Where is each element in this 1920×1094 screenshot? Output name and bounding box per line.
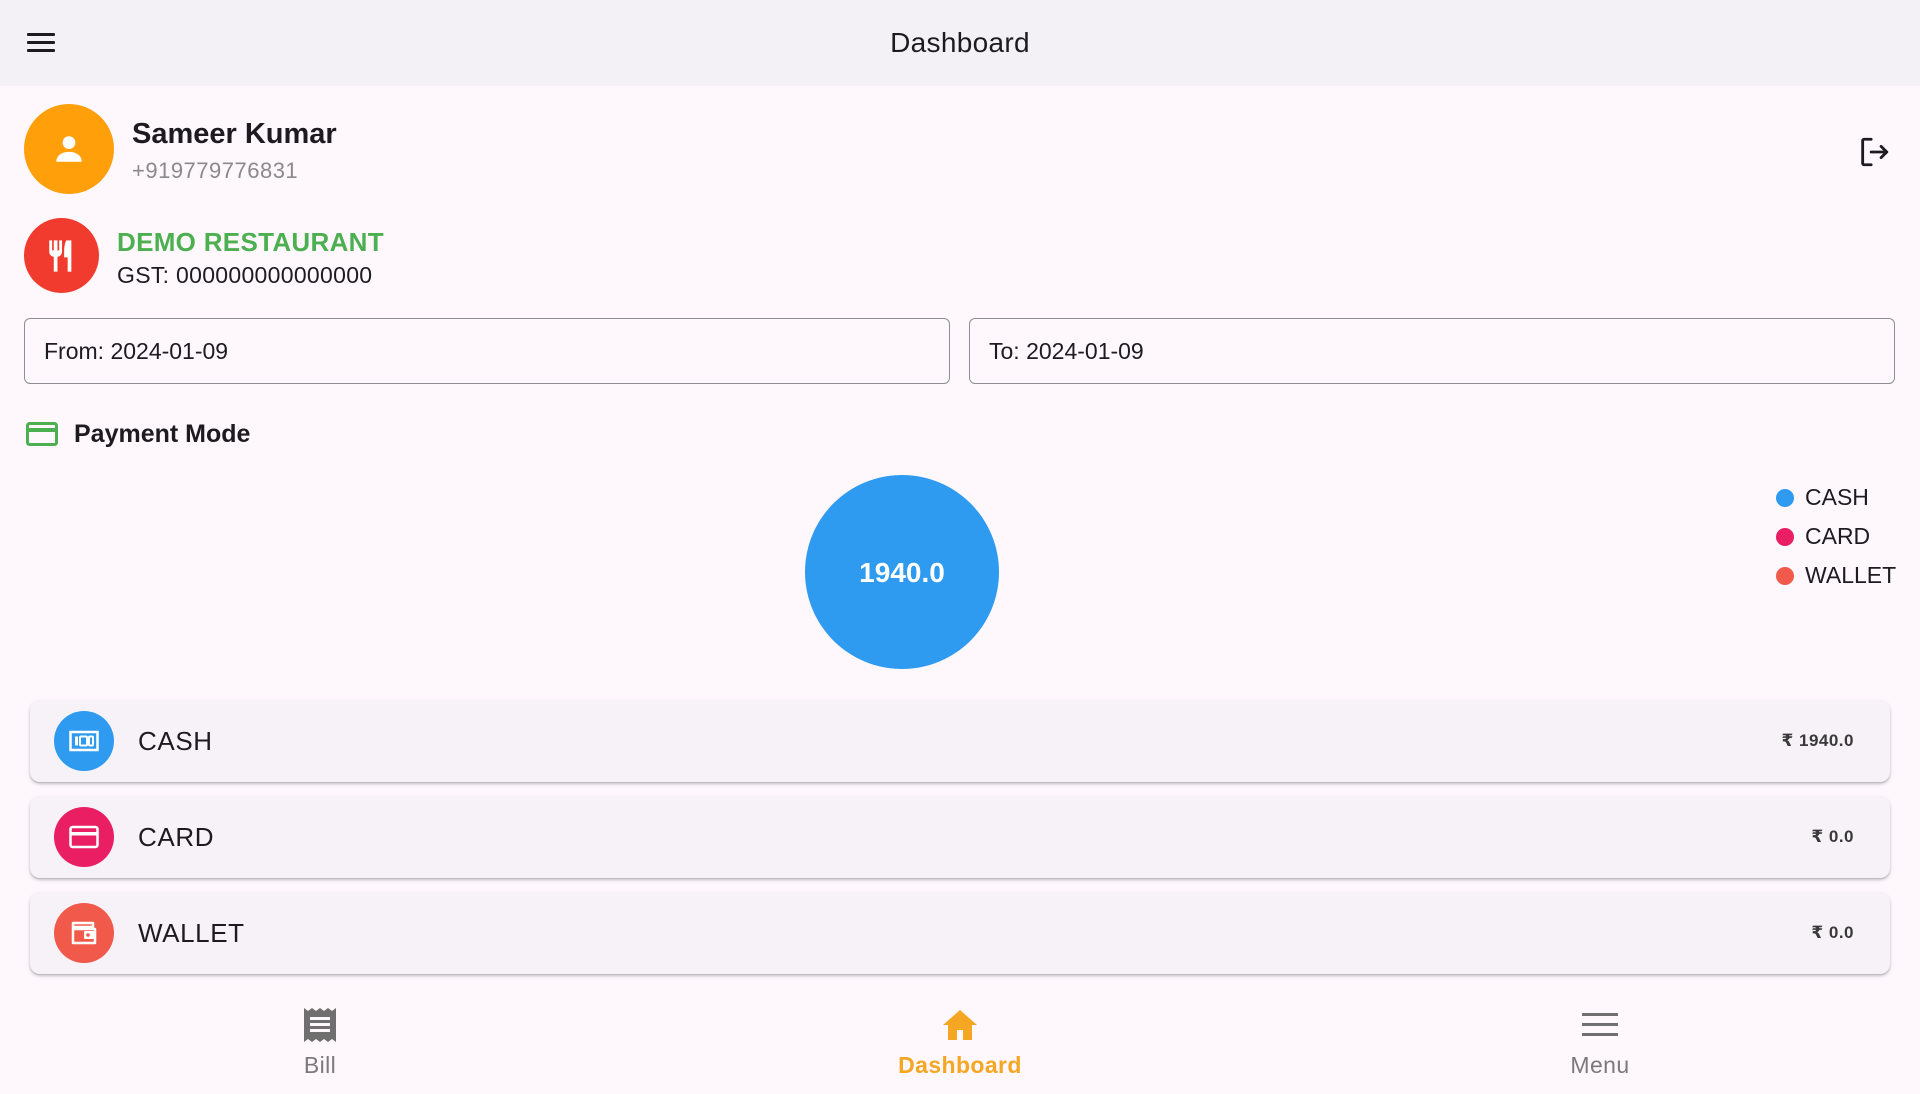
payment-amount: ₹ 1940.0 — [1781, 731, 1854, 750]
nav-item-menu[interactable]: Menu — [1500, 990, 1700, 1090]
legend-label-card: CARD — [1805, 523, 1871, 549]
page-title: Dashboard — [890, 27, 1030, 58]
menu-lines-icon — [1582, 1006, 1618, 1044]
cash-icon-badge — [54, 711, 114, 771]
from-date-field[interactable]: From: 2024-01-09 — [24, 318, 950, 384]
wallet-icon-badge — [54, 903, 114, 963]
avatar — [24, 104, 114, 194]
nav-item-dashboard[interactable]: Dashboard — [860, 990, 1060, 1090]
bottom-navigation: Bill Dashboard Menu — [0, 990, 1920, 1094]
nav-label-menu: Menu — [1570, 1052, 1630, 1078]
credit-card-icon — [26, 422, 58, 446]
legend-item-cash: CASH — [1776, 478, 1896, 517]
payment-card-card[interactable]: CARD ₹ 0.0 — [30, 796, 1890, 878]
legend-item-card: CARD — [1776, 517, 1896, 556]
legend-item-wallet: WALLET — [1776, 556, 1896, 595]
legend-dot-wallet — [1776, 566, 1794, 585]
legend-label-wallet: WALLET — [1805, 562, 1897, 588]
home-icon — [941, 1006, 979, 1044]
cash-icon — [69, 730, 99, 752]
hamburger-icon — [27, 33, 55, 52]
app-root: Dashboard Sameer Kumar +919779776831 DEM… — [0, 0, 1920, 1094]
person-icon — [56, 136, 82, 162]
payment-card-wallet[interactable]: WALLET ₹ 0.0 — [30, 892, 1890, 974]
hamburger-menu-button[interactable] — [22, 25, 62, 61]
payment-card-cash[interactable]: CASH ₹ 1940.0 — [30, 700, 1890, 782]
payment-mode-header: Payment Mode — [26, 418, 250, 450]
restaurant-avatar — [24, 218, 99, 293]
legend-dot-cash — [1776, 488, 1794, 507]
pie-data-label-cash: 1940.0 — [859, 557, 945, 588]
user-name: Sameer Kumar — [132, 118, 337, 150]
payment-label: CASH — [138, 726, 213, 756]
credit-card-icon — [69, 825, 99, 849]
nav-label-bill: Bill — [303, 1052, 337, 1078]
restaurant-info: DEMO RESTAURANT GST: 000000000000000 — [24, 218, 824, 294]
nav-item-bill[interactable]: Bill — [220, 990, 420, 1090]
payment-amount: ₹ 0.0 — [1811, 827, 1854, 846]
logout-icon — [1861, 137, 1889, 167]
payment-list: CASH ₹ 1940.0 CARD ₹ 0.0 WALLET ₹ 0.0 — [30, 700, 1890, 988]
payment-pie-chart: 1940.0 — [700, 462, 1104, 682]
restaurant-name: DEMO RESTAURANT — [117, 227, 384, 257]
legend-label-cash: CASH — [1805, 484, 1869, 510]
receipt-icon — [302, 1006, 338, 1044]
to-date-field[interactable]: To: 2024-01-09 — [969, 318, 1895, 384]
chart-legend: CASH CARD WALLET — [1776, 478, 1896, 595]
logout-button[interactable] — [1852, 130, 1896, 174]
pie-chart-svg: 1940.0 — [805, 475, 999, 669]
payment-amount: ₹ 0.0 — [1811, 923, 1854, 942]
legend-dot-card — [1776, 527, 1794, 546]
user-phone: +919779776831 — [132, 158, 299, 183]
app-bar: Dashboard — [0, 0, 1920, 86]
user-profile: Sameer Kumar +919779776831 — [24, 104, 1896, 196]
restaurant-icon — [48, 239, 71, 272]
restaurant-gst: GST: 000000000000000 — [117, 262, 373, 288]
section-title: Payment Mode — [74, 419, 251, 448]
nav-label-dashboard: Dashboard — [898, 1052, 1022, 1078]
wallet-icon — [71, 921, 97, 945]
payment-label: CARD — [138, 822, 215, 852]
payment-label: WALLET — [138, 918, 245, 948]
card-icon-badge — [54, 807, 114, 867]
